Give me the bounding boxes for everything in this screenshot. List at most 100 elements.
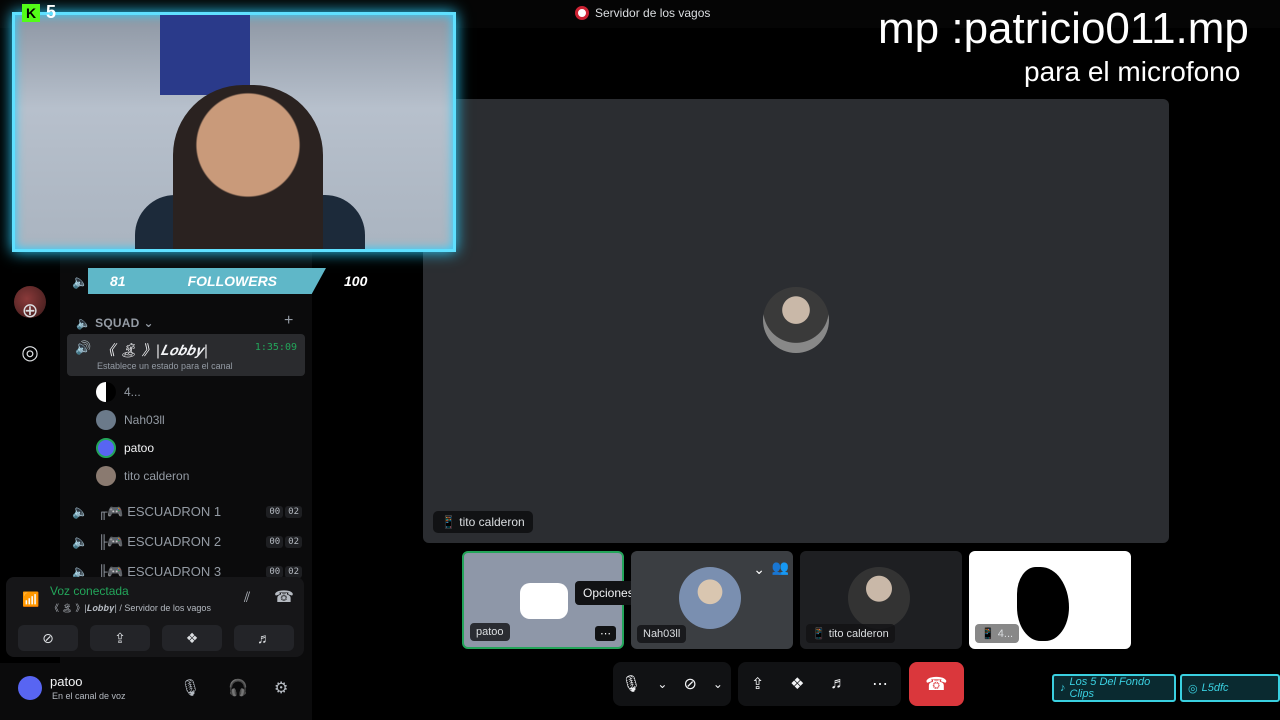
add-friend-icon[interactable]: 👥	[772, 559, 789, 576]
member-name: patoo	[124, 441, 155, 455]
username[interactable]: patoo	[50, 674, 83, 689]
activity-controls: ⇪ ❖ ♬ ⋯	[738, 662, 901, 706]
signal-icon[interactable]: 📶	[22, 591, 39, 608]
noise-suppression-icon[interactable]: ⫽	[244, 589, 250, 606]
speaker-icon: 🔈	[72, 534, 89, 549]
wall-jersey	[160, 15, 250, 95]
lobby-timer: 1:35:09	[254, 342, 297, 353]
voice-channel-lobby[interactable]: 🔊 《 🏝 》|𝑳𝒐𝒃𝒃𝒚| 1:35:09 Establece un esta…	[67, 334, 305, 376]
add-channel-icon[interactable]: +	[284, 312, 293, 330]
participant-name: patoo	[470, 623, 510, 641]
member-item[interactable]: Nah03ll	[96, 410, 165, 430]
headphones-icon[interactable]: 🎧	[228, 678, 248, 698]
voice-status[interactable]: Voz conectada	[50, 584, 129, 598]
server-icon	[575, 6, 589, 20]
window-title: Servidor de los vagos	[575, 6, 710, 20]
follower-count: 81	[110, 273, 126, 289]
mobile-icon: 📱	[441, 515, 456, 529]
member-name: 4...	[124, 385, 141, 399]
user-status: En el canal de voz	[52, 691, 126, 701]
voice-channel-escuadron-1[interactable]: 🔈 ╓🎮 ESCUADRON 1 00 02	[72, 504, 302, 520]
activities-icon[interactable]: ❖	[790, 674, 804, 694]
avatar	[1017, 567, 1069, 641]
member-name: Nah03ll	[124, 413, 165, 427]
mobile-icon: 📱	[812, 628, 826, 640]
avatar	[763, 287, 829, 353]
instagram-handle: L5dfc	[1201, 682, 1229, 694]
speaker-icon: 🔈	[72, 504, 89, 519]
spotlight-label: 📱 tito calderon	[433, 511, 533, 533]
camera-button[interactable]: ⊘	[18, 625, 78, 651]
avatar	[96, 466, 116, 486]
webcam-overlay	[12, 12, 456, 252]
category-label: SQUAD	[95, 316, 140, 330]
lobby-name: 《 🏝 》|𝑳𝒐𝒃𝒃𝒚|	[101, 343, 209, 359]
speaker-icon: 🔈	[76, 316, 92, 330]
participant-name: tito calderon	[459, 515, 525, 529]
chevron-down-icon[interactable]: ⌄	[713, 677, 723, 691]
avatar[interactable]	[18, 676, 42, 700]
kick-logo-icon: K	[22, 3, 40, 22]
activities-button[interactable]: ❖	[162, 625, 222, 651]
disconnect-icon[interactable]: ☎	[274, 587, 294, 607]
participant-name: Nah03ll	[637, 625, 687, 643]
member-item[interactable]: tito calderon	[96, 466, 189, 486]
user-panel: patoo En el canal de voz 🎙 🎧 ⚙	[0, 663, 312, 720]
previous-channel[interactable]: 🔈	[72, 274, 89, 289]
member-item[interactable]: patoo	[96, 438, 154, 458]
member-item[interactable]: 4...	[96, 382, 141, 402]
chevron-down-icon: ⌄	[143, 316, 154, 330]
speaker-icon: 🔈	[72, 274, 89, 289]
participant-name: tito calderon	[828, 628, 889, 640]
participant-name: 4...	[997, 628, 1014, 640]
voice-channel-path[interactable]: 《 🏝 》|𝑳𝒐𝒃𝒃𝒚| / Servidor de los vagos	[50, 601, 211, 614]
donation-subtext: para el microfono	[1024, 56, 1241, 87]
chevron-down-icon[interactable]: ⌄	[753, 561, 765, 578]
follower-goal: 100	[344, 273, 368, 289]
camera-off-icon[interactable]: ⊘	[683, 674, 696, 694]
more-icon[interactable]: ⋯	[872, 674, 888, 694]
tiktok-badge: ♪ Los 5 Del Fondo Clips	[1052, 674, 1176, 702]
participant-label: 📱 4...	[975, 624, 1020, 643]
tiktok-handle: Los 5 Del Fondo Clips	[1069, 676, 1151, 700]
screen-share-button[interactable]: ⇪	[90, 625, 150, 651]
spotlight-tile[interactable]: 📱 tito calderon	[423, 99, 1169, 543]
follower-goal-bar: 81 FOLLOWERS	[88, 268, 326, 294]
avatar	[96, 438, 116, 458]
avatar	[848, 567, 910, 629]
channel-name: ╓🎮 ESCUADRON 1	[98, 504, 222, 519]
microphone-icon[interactable]: 🎙	[621, 674, 641, 694]
participant-tile[interactable]: 📱 4...	[969, 551, 1131, 649]
kick-badge: K 5	[22, 2, 56, 23]
explore-icon[interactable]: ◎	[18, 342, 42, 366]
chevron-down-icon[interactable]: ⌄	[657, 677, 667, 691]
user-limit-badge: 02	[285, 506, 302, 518]
follower-label: FOLLOWERS	[187, 273, 278, 289]
screen-share-icon[interactable]: ⇪	[751, 674, 764, 694]
window-title-text: Servidor de los vagos	[595, 6, 711, 20]
mobile-icon: 📱	[981, 628, 995, 640]
avatar	[96, 382, 116, 402]
channel-name: ╟🎮 ESCUADRON 2	[98, 534, 222, 549]
soundboard-button[interactable]: ♬	[234, 625, 294, 651]
disconnect-button[interactable]: ☎	[909, 662, 964, 706]
add-server-icon[interactable]: ⊕	[18, 300, 42, 324]
voice-channel-escuadron-2[interactable]: 🔈 ╟🎮 ESCUADRON 2 00 02	[72, 534, 302, 550]
user-limit-badge: 02	[285, 536, 302, 548]
microphone-icon[interactable]: 🎙	[180, 678, 200, 698]
gear-icon[interactable]: ⚙	[274, 678, 288, 698]
social-links: ♪ Los 5 Del Fondo Clips ◎ L5dfc	[1052, 674, 1280, 702]
viewer-count: 5	[46, 2, 57, 22]
speaker-active-icon: 🔊	[75, 340, 92, 355]
soundboard-icon[interactable]: ♬	[830, 675, 846, 693]
voice-connection-panel: 📶 Voz conectada 《 🏝 》|𝑳𝒐𝒃𝒃𝒚| / Servidor …	[6, 577, 304, 657]
instagram-icon: ◎	[1188, 682, 1198, 695]
participant-tile[interactable]: 📱 tito calderon	[800, 551, 962, 649]
participant-tile[interactable]: Nah03ll ⌄ 👥	[631, 551, 793, 649]
lobby-status[interactable]: Establece un estado para el canal	[97, 361, 233, 371]
category-squad[interactable]: 🔈 SQUAD ⌄	[76, 316, 154, 330]
more-options-icon[interactable]: ⋯	[595, 626, 616, 641]
member-name: tito calderon	[124, 469, 190, 483]
user-count-badge: 00	[266, 536, 284, 548]
avatar	[679, 567, 741, 629]
